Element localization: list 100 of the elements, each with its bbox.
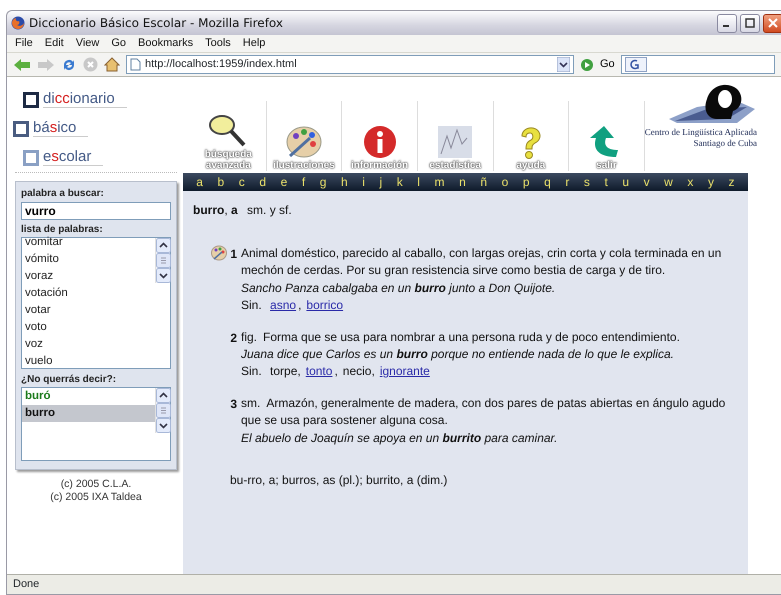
synonym-link[interactable]: ignorante bbox=[380, 364, 430, 378]
list-item[interactable]: votar bbox=[22, 302, 155, 319]
palette-icon[interactable] bbox=[211, 245, 228, 261]
letter-link[interactable]: o bbox=[502, 176, 508, 188]
scroll-thumb-icon[interactable] bbox=[156, 403, 171, 418]
letter-link[interactable]: p bbox=[522, 176, 530, 188]
headword: burro, a bbox=[193, 203, 238, 217]
letter-link[interactable]: b bbox=[218, 176, 224, 188]
status-text: Done bbox=[13, 577, 40, 592]
synonyms-label: Sin. bbox=[241, 298, 262, 312]
suggestion-item[interactable]: burro bbox=[22, 405, 155, 422]
minimize-button[interactable] bbox=[717, 14, 737, 32]
scroll-up-icon[interactable] bbox=[156, 238, 171, 253]
toolbar-button[interactable]: información bbox=[342, 101, 418, 171]
suggestion-item[interactable]: buró bbox=[22, 388, 155, 405]
scrollbar[interactable] bbox=[155, 238, 170, 283]
firefox-logo-icon bbox=[11, 16, 25, 30]
list-item[interactable]: vuelo bbox=[22, 353, 155, 368]
menu-item[interactable]: View bbox=[76, 35, 100, 52]
scroll-down-icon[interactable] bbox=[156, 418, 171, 433]
letter-link[interactable]: g bbox=[320, 176, 326, 188]
list-item[interactable]: voto bbox=[22, 319, 155, 336]
address-field[interactable]: http://localhost:1959/index.html bbox=[126, 55, 574, 74]
letter-link[interactable]: x bbox=[687, 176, 694, 188]
home-icon[interactable] bbox=[104, 57, 120, 72]
letter-link[interactable]: d bbox=[259, 176, 266, 188]
letter-link[interactable]: h bbox=[341, 176, 348, 188]
scroll-down-icon[interactable] bbox=[156, 268, 171, 283]
definition-text: fig. Forma que se usa para nombrar a una persona ruda y de poco entendimiento. bbox=[241, 328, 681, 346]
letter-link[interactable]: l bbox=[417, 176, 420, 188]
go-button[interactable]: Go bbox=[600, 56, 615, 73]
logo-word: escolar bbox=[43, 148, 104, 166]
suggestions-label: ¿No querrás decir?: bbox=[21, 373, 118, 387]
palette-icon bbox=[284, 124, 324, 160]
menu-item[interactable]: Bookmarks bbox=[138, 35, 194, 52]
synonyms-label: Sin. bbox=[241, 364, 262, 378]
letter-link[interactable]: r bbox=[565, 176, 570, 188]
letter-link[interactable]: e bbox=[280, 176, 288, 188]
magnifier-icon bbox=[208, 113, 248, 149]
menu-item[interactable]: Edit bbox=[44, 35, 64, 52]
list-item[interactable]: voraz bbox=[22, 268, 155, 285]
logo-square-icon bbox=[13, 120, 29, 136]
suggestion-list[interactable]: buró burro bbox=[21, 387, 171, 461]
scroll-up-icon[interactable] bbox=[156, 388, 171, 403]
menu-item[interactable]: Tools bbox=[205, 35, 231, 52]
page-icon bbox=[130, 58, 141, 71]
word-list[interactable]: vomitar vómito voraz votación votar voto voz vuelo bbox=[21, 237, 171, 369]
toolbar-button[interactable]: salir bbox=[569, 101, 645, 171]
search-field[interactable]: vurro bbox=[21, 202, 171, 220]
search-engine-icon[interactable] bbox=[624, 57, 647, 72]
maximize-button[interactable] bbox=[740, 14, 760, 32]
toolbar-button[interactable]: búsqueda avanzada bbox=[191, 101, 267, 171]
letter-link[interactable]: c bbox=[238, 176, 245, 188]
window-title: Diccionario Básico Escolar - Mozilla Firefox bbox=[29, 15, 283, 32]
logo-word: básico bbox=[33, 120, 88, 138]
sense-number: 3 bbox=[230, 396, 237, 413]
letter-link[interactable]: q bbox=[544, 176, 551, 188]
sense-number: 2 bbox=[230, 330, 237, 347]
letter-link[interactable]: j bbox=[379, 176, 382, 188]
word-list-label: lista de palabras: bbox=[21, 223, 104, 236]
list-item[interactable]: vomitar bbox=[22, 234, 155, 251]
go-icon[interactable] bbox=[580, 58, 594, 72]
sense-number: 1 bbox=[230, 246, 237, 263]
maximize-icon bbox=[745, 18, 755, 28]
letter-link[interactable]: z bbox=[728, 176, 735, 188]
synonym-link[interactable]: borrico bbox=[306, 298, 344, 312]
list-item[interactable]: voz bbox=[22, 336, 155, 353]
logo-square-icon bbox=[23, 92, 39, 108]
url-text: http://localhost:1959/index.html bbox=[145, 57, 298, 72]
list-item[interactable]: vómito bbox=[22, 251, 155, 268]
toolbar-button[interactable]: estadística bbox=[418, 101, 494, 171]
menu-item[interactable]: Go bbox=[111, 35, 126, 52]
letter-link[interactable]: f bbox=[302, 176, 306, 188]
close-button[interactable] bbox=[763, 14, 781, 32]
letter-link[interactable]: m bbox=[434, 176, 445, 188]
letter-link[interactable]: a bbox=[196, 176, 203, 188]
letter-link[interactable]: w bbox=[664, 176, 673, 188]
menu-item[interactable]: Help bbox=[242, 35, 266, 52]
menu-item[interactable]: File bbox=[15, 35, 33, 52]
search-field[interactable] bbox=[620, 55, 775, 74]
letter-link[interactable]: k bbox=[396, 176, 403, 188]
letter-link[interactable]: s bbox=[584, 176, 590, 188]
logo-square-icon bbox=[23, 150, 39, 166]
letter-link[interactable]: t bbox=[604, 176, 608, 188]
letter-link[interactable]: u bbox=[622, 176, 630, 188]
letter-link[interactable]: n bbox=[459, 176, 466, 188]
letter-link[interactable]: y bbox=[708, 176, 714, 188]
toolbar-button[interactable]: ilustraciones bbox=[266, 101, 342, 171]
letter-link[interactable]: i bbox=[362, 176, 365, 188]
letter-link[interactable]: v bbox=[644, 176, 650, 188]
dropdown-icon[interactable] bbox=[557, 57, 570, 72]
letter-link[interactable]: ñ bbox=[480, 176, 488, 188]
search-label: palabra a buscar: bbox=[21, 187, 105, 201]
list-item[interactable]: votación bbox=[22, 285, 155, 302]
scrollbar[interactable] bbox=[155, 388, 170, 433]
scroll-thumb-icon[interactable] bbox=[156, 253, 171, 268]
synonym-link[interactable]: tonto bbox=[306, 364, 332, 378]
separator-comma: , bbox=[371, 364, 375, 378]
synonym-link[interactable]: asno bbox=[270, 298, 296, 312]
toolbar-button[interactable]: ayuda bbox=[494, 101, 570, 171]
